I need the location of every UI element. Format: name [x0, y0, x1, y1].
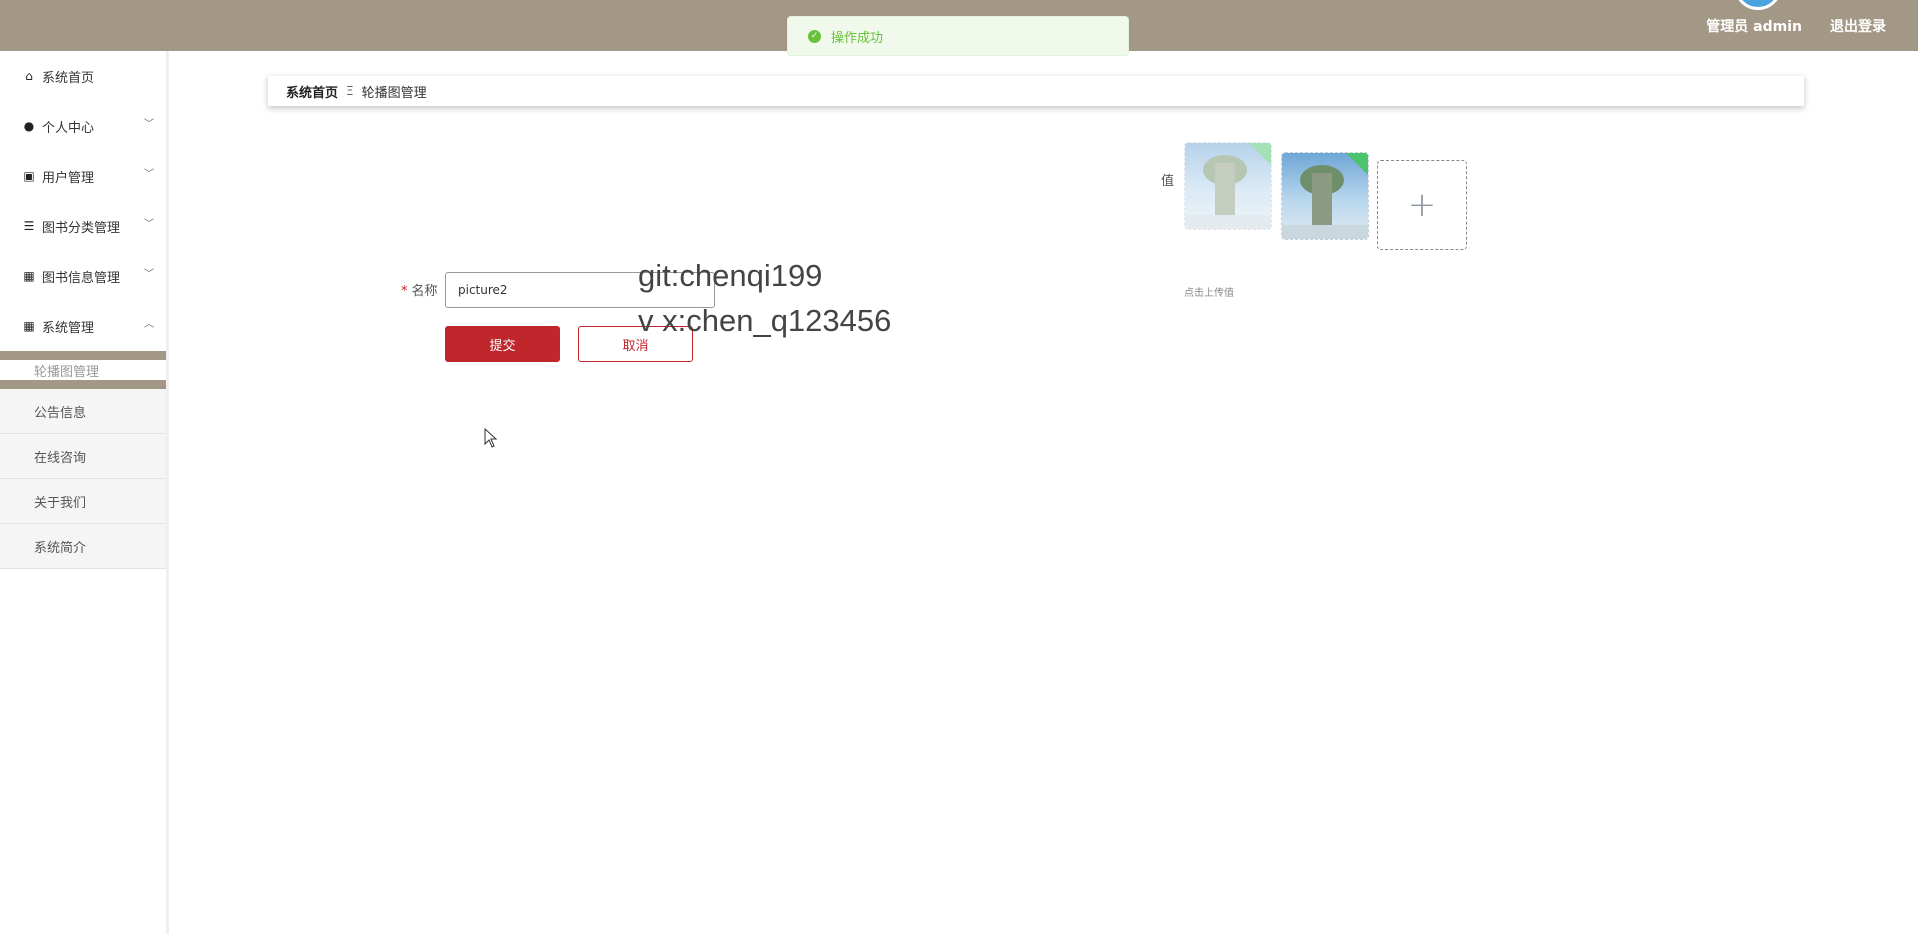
chevron-down-icon: ﹀ [144, 119, 154, 130]
submenu-item-consult[interactable]: 在线咨询 [0, 434, 166, 479]
logout-button[interactable]: 退出登录 [1830, 16, 1886, 36]
user-label: 管理员 admin [1706, 19, 1802, 35]
submenu-item-label: 关于我们 [34, 495, 87, 511]
sidebar-item-home[interactable]: ⌂ 系统首页 [0, 51, 166, 101]
sidebar-item-label: 图书分类管理 [42, 220, 121, 236]
upload-tip: 点击上传值 [1184, 288, 1234, 299]
toast-message: 操作成功 [831, 30, 884, 46]
submenu-item-label: 在线咨询 [34, 450, 87, 466]
submenu-item-intro[interactable]: 系统简介 [0, 524, 166, 569]
home-icon: ⌂ [25, 69, 33, 83]
uploaded-image-thumbnail[interactable] [1184, 142, 1272, 230]
mouse-cursor-icon [484, 428, 498, 448]
sidebar-item-label: 图书信息管理 [42, 270, 121, 286]
uploaded-image-thumbnail[interactable] [1281, 152, 1369, 240]
submenu-item-label: 系统简介 [34, 540, 87, 556]
clipboard-icon: ▣ [23, 169, 35, 183]
sidebar-item-label: 系统管理 [42, 320, 95, 336]
watermark-line: git:chenqi199 [638, 258, 823, 293]
sidebar-item-label: 个人中心 [42, 120, 95, 136]
upload-button[interactable]: + [1377, 160, 1467, 250]
avatar[interactable] [1734, 0, 1782, 10]
user-icon: ● [23, 119, 35, 133]
plus-icon: + [1407, 185, 1437, 225]
submenu-item-label: 公告信息 [34, 405, 87, 421]
sidebar-item-label: 系统首页 [42, 70, 95, 86]
breadcrumb-home[interactable]: 系统首页 [286, 82, 338, 101]
sidebar-item-book-category[interactable]: ☰ 图书分类管理 ﹀ [0, 201, 166, 251]
required-mark: * [401, 284, 408, 299]
breadcrumb-separator-icon: Ξ [346, 84, 354, 98]
chevron-down-icon: ﹀ [144, 219, 154, 230]
check-circle-icon: ✓ [808, 29, 821, 43]
list-icon: ☰ [23, 219, 35, 233]
submit-button[interactable]: 提交 [445, 326, 560, 362]
name-label-text: 名称 [411, 284, 438, 299]
grid-icon: ▦ [23, 269, 35, 283]
grid-icon: ▦ [23, 319, 35, 333]
submenu-item-about[interactable]: 关于我们 [0, 479, 166, 524]
header-actions: 管理员 admin 退出登录 [1706, 16, 1886, 36]
sidebar-item-label: 用户管理 [42, 170, 95, 186]
name-label: * 名称 [401, 280, 438, 299]
chevron-down-icon: ﹀ [144, 269, 154, 280]
value-label: 值 [1161, 174, 1175, 189]
breadcrumb-current: 轮播图管理 [361, 85, 427, 101]
sidebar-item-book-info[interactable]: ▦ 图书信息管理 ﹀ [0, 251, 166, 301]
sidebar-item-profile[interactable]: ● 个人中心 ﹀ [0, 101, 166, 151]
sidebar: ⌂ 系统首页 ● 个人中心 ﹀ ▣ 用户管理 ﹀ ☰ 图书分类管理 ﹀ ▦ 图书… [0, 51, 169, 934]
breadcrumb: 系统首页 Ξ 轮播图管理 [268, 76, 1804, 106]
chevron-up-icon: ︿ [144, 319, 154, 330]
sidebar-item-users[interactable]: ▣ 用户管理 ﹀ [0, 151, 166, 201]
submenu-item-carousel[interactable]: 轮播图管理 [0, 351, 166, 389]
system-submenu: 轮播图管理 公告信息 在线咨询 关于我们 系统简介 [0, 351, 166, 569]
submenu-item-notice[interactable]: 公告信息 [0, 389, 166, 434]
success-toast: ✓ 操作成功 [787, 16, 1129, 56]
watermark-line: v x:chen_q123456 [638, 303, 892, 338]
chevron-down-icon: ﹀ [144, 169, 154, 180]
sidebar-item-system[interactable]: ▦ 系统管理 ︿ [0, 301, 166, 351]
submenu-item-label: 轮播图管理 [34, 364, 100, 380]
